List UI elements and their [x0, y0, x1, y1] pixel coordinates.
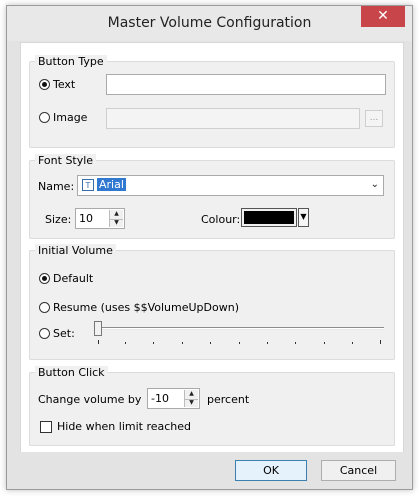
button-type-legend: Button Type — [35, 55, 107, 68]
button-click-legend: Button Click — [35, 366, 108, 379]
window-title: Master Volume Configuration — [107, 15, 312, 31]
change-volume-label: Change volume by — [38, 393, 142, 406]
set-volume-label[interactable]: Set: — [53, 327, 75, 340]
hide-when-limit-checkbox[interactable] — [40, 421, 52, 433]
font-name-value: Arial — [97, 178, 126, 191]
caret-down-icon: ▼ — [300, 212, 307, 221]
button-text-input[interactable] — [106, 74, 386, 95]
browse-button: ... — [365, 110, 383, 127]
font-name-select[interactable]: T Arial ⌄ — [77, 175, 384, 196]
text-radio[interactable] — [39, 79, 50, 90]
colour-label: Colour: — [201, 213, 241, 226]
chevron-down-icon: ⌄ — [370, 179, 379, 190]
default-volume-radio[interactable] — [39, 273, 50, 284]
colour-fill — [244, 211, 294, 224]
ok-button[interactable]: OK — [235, 460, 307, 481]
dialog-footer: OK Cancel — [7, 452, 412, 489]
change-volume-spinner[interactable]: -10 ▲ ▼ — [147, 388, 200, 409]
slider-thumb[interactable] — [94, 321, 102, 336]
image-radio-label[interactable]: Image — [53, 111, 87, 124]
slider-tick — [153, 342, 154, 344]
close-icon: ✕ — [377, 8, 389, 24]
slider-tick — [324, 342, 325, 344]
slider-track — [99, 327, 384, 330]
font-style-legend: Font Style — [35, 154, 97, 167]
spin-updown-icon[interactable]: ▲ ▼ — [184, 390, 198, 407]
font-size-spinner[interactable]: 10 ▲ ▼ — [75, 208, 125, 229]
change-volume-value: -10 — [151, 392, 169, 405]
resume-volume-label[interactable]: Resume (uses $$VolumeUpDown) — [53, 301, 239, 314]
text-radio-label[interactable]: Text — [53, 78, 75, 91]
spin-updown-icon[interactable]: ▲ ▼ — [109, 210, 123, 227]
button-click-group: Button Click Change volume by -10 ▲ ▼ pe… — [29, 366, 395, 446]
cancel-button[interactable]: Cancel — [321, 460, 396, 481]
default-volume-label[interactable]: Default — [53, 272, 93, 285]
slider-tick — [210, 342, 211, 344]
spin-down-icon[interactable]: ▼ — [110, 219, 123, 228]
font-style-group: Font Style Name: T Arial ⌄ Size: 10 ▲ ▼ … — [29, 154, 395, 239]
slider-tick — [125, 342, 126, 344]
title-bar: Master Volume Configuration ✕ — [7, 6, 412, 41]
slider-tick — [380, 340, 381, 344]
colour-dropdown-button[interactable]: ▼ — [298, 208, 309, 227]
dialog-body: Button Type Text Image ... Font Style Na… — [20, 42, 404, 454]
set-volume-radio[interactable] — [39, 328, 50, 339]
slider-tick — [98, 340, 99, 344]
button-type-group: Button Type Text Image ... — [29, 55, 395, 148]
truetype-font-icon: T — [82, 179, 94, 191]
resume-volume-radio[interactable] — [39, 302, 50, 313]
slider-tick — [267, 342, 268, 344]
slider-tick — [239, 342, 240, 344]
font-name-label: Name: — [38, 180, 75, 193]
font-size-label: Size: — [45, 213, 72, 226]
slider-tick — [352, 342, 353, 344]
close-button[interactable]: ✕ — [361, 6, 405, 27]
colour-swatch[interactable] — [241, 208, 297, 227]
image-radio[interactable] — [39, 112, 50, 123]
hide-when-limit-label[interactable]: Hide when limit reached — [57, 420, 191, 433]
image-path-input — [106, 108, 360, 129]
slider-tick — [295, 342, 296, 344]
spin-down-icon[interactable]: ▼ — [185, 399, 198, 408]
font-size-value: 10 — [79, 212, 93, 225]
slider-tick — [182, 342, 183, 344]
initial-volume-group: Initial Volume Default Resume (uses $$Vo… — [29, 244, 395, 360]
dialog-window: Master Volume Configuration ✕ Button Typ… — [6, 5, 413, 490]
initial-volume-legend: Initial Volume — [35, 244, 116, 257]
percent-label: percent — [207, 393, 250, 406]
